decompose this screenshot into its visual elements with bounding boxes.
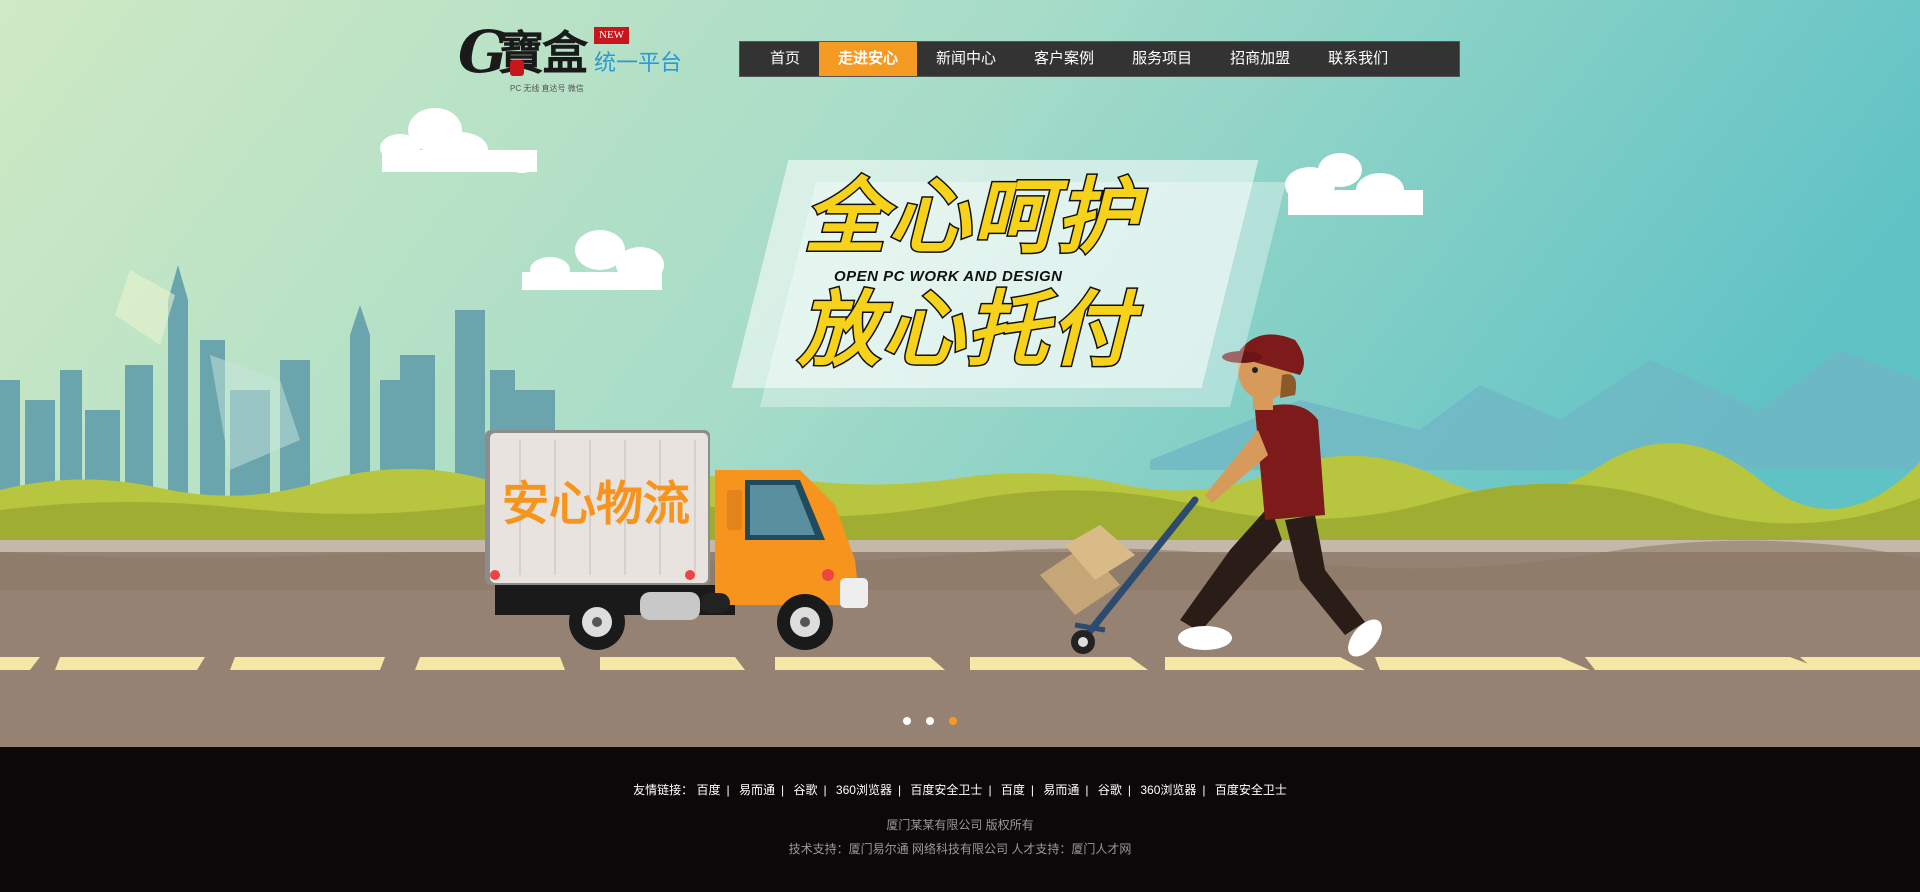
- friend-link[interactable]: 百度: [696, 783, 720, 797]
- banner-headline: 全心呵护 OPEN PC WORK AND DESIGN 放心托付: [710, 160, 1287, 408]
- main-nav: 首页 走进安心 新闻中心 客户案例 服务项目 招商加盟 联系我们: [739, 41, 1460, 77]
- friend-links-label: 友情链接：: [633, 783, 694, 797]
- slider-dots: [903, 717, 957, 725]
- friend-link[interactable]: 易而通: [1043, 783, 1079, 797]
- friend-link[interactable]: 谷歌: [1098, 783, 1122, 797]
- site-footer: 友情链接： 百度 | 易而通 | 谷歌 | 360浏览器 | 百度安全卫士 | 百度 | 易…: [0, 747, 1920, 892]
- truck-label: 安心物流: [502, 477, 690, 532]
- nav-item-services[interactable]: 服务项目: [1113, 42, 1211, 76]
- friend-link[interactable]: 百度: [1001, 783, 1025, 797]
- friend-link[interactable]: 360浏览器: [1140, 783, 1196, 797]
- nav-item-home[interactable]: 首页: [740, 42, 819, 76]
- logo-subtitle: PC 无线 直达号 微信: [510, 84, 584, 93]
- support-text: 技术支持：厦门易尔通 网络科技有限公司 人才支持：厦门人才网: [788, 842, 1132, 856]
- logo-tagline: 统一平台: [594, 50, 683, 75]
- friend-link[interactable]: 百度安全卫士: [910, 783, 982, 797]
- copyright-text: 厦门某某有限公司 版权所有: [886, 818, 1034, 832]
- headline-line-2: 放心托付: [797, 283, 1134, 378]
- new-badge: NEW: [594, 27, 630, 44]
- nav-item-news[interactable]: 新闻中心: [917, 42, 1015, 76]
- nav-item-franchise[interactable]: 招商加盟: [1211, 42, 1309, 76]
- nav-item-cases[interactable]: 客户案例: [1015, 42, 1113, 76]
- hero-banner: 安心物流 G 寶盒 NEW 统一平台 PC 无线 直达号 微信 首页 走进安心 …: [0, 0, 1920, 747]
- slider-dot-3[interactable]: [949, 717, 957, 725]
- friend-link[interactable]: 百度安全卫士: [1215, 783, 1287, 797]
- friend-link[interactable]: 谷歌: [793, 783, 817, 797]
- slider-dot-1[interactable]: [903, 717, 911, 725]
- friend-links: 友情链接： 百度 | 易而通 | 谷歌 | 360浏览器 | 百度安全卫士 | 百度 | 易…: [633, 783, 1287, 797]
- site-logo[interactable]: G 寶盒 NEW 统一平台 PC 无线 直达号 微信: [458, 22, 688, 94]
- nav-item-contact[interactable]: 联系我们: [1309, 42, 1407, 76]
- slider-dot-2[interactable]: [926, 717, 934, 725]
- friend-link[interactable]: 易而通: [739, 783, 775, 797]
- headline-line-1: 全心呵护: [803, 170, 1140, 265]
- nav-item-about[interactable]: 走进安心: [819, 42, 918, 76]
- friend-link[interactable]: 360浏览器: [836, 783, 892, 797]
- logo-seal-icon: [510, 60, 524, 76]
